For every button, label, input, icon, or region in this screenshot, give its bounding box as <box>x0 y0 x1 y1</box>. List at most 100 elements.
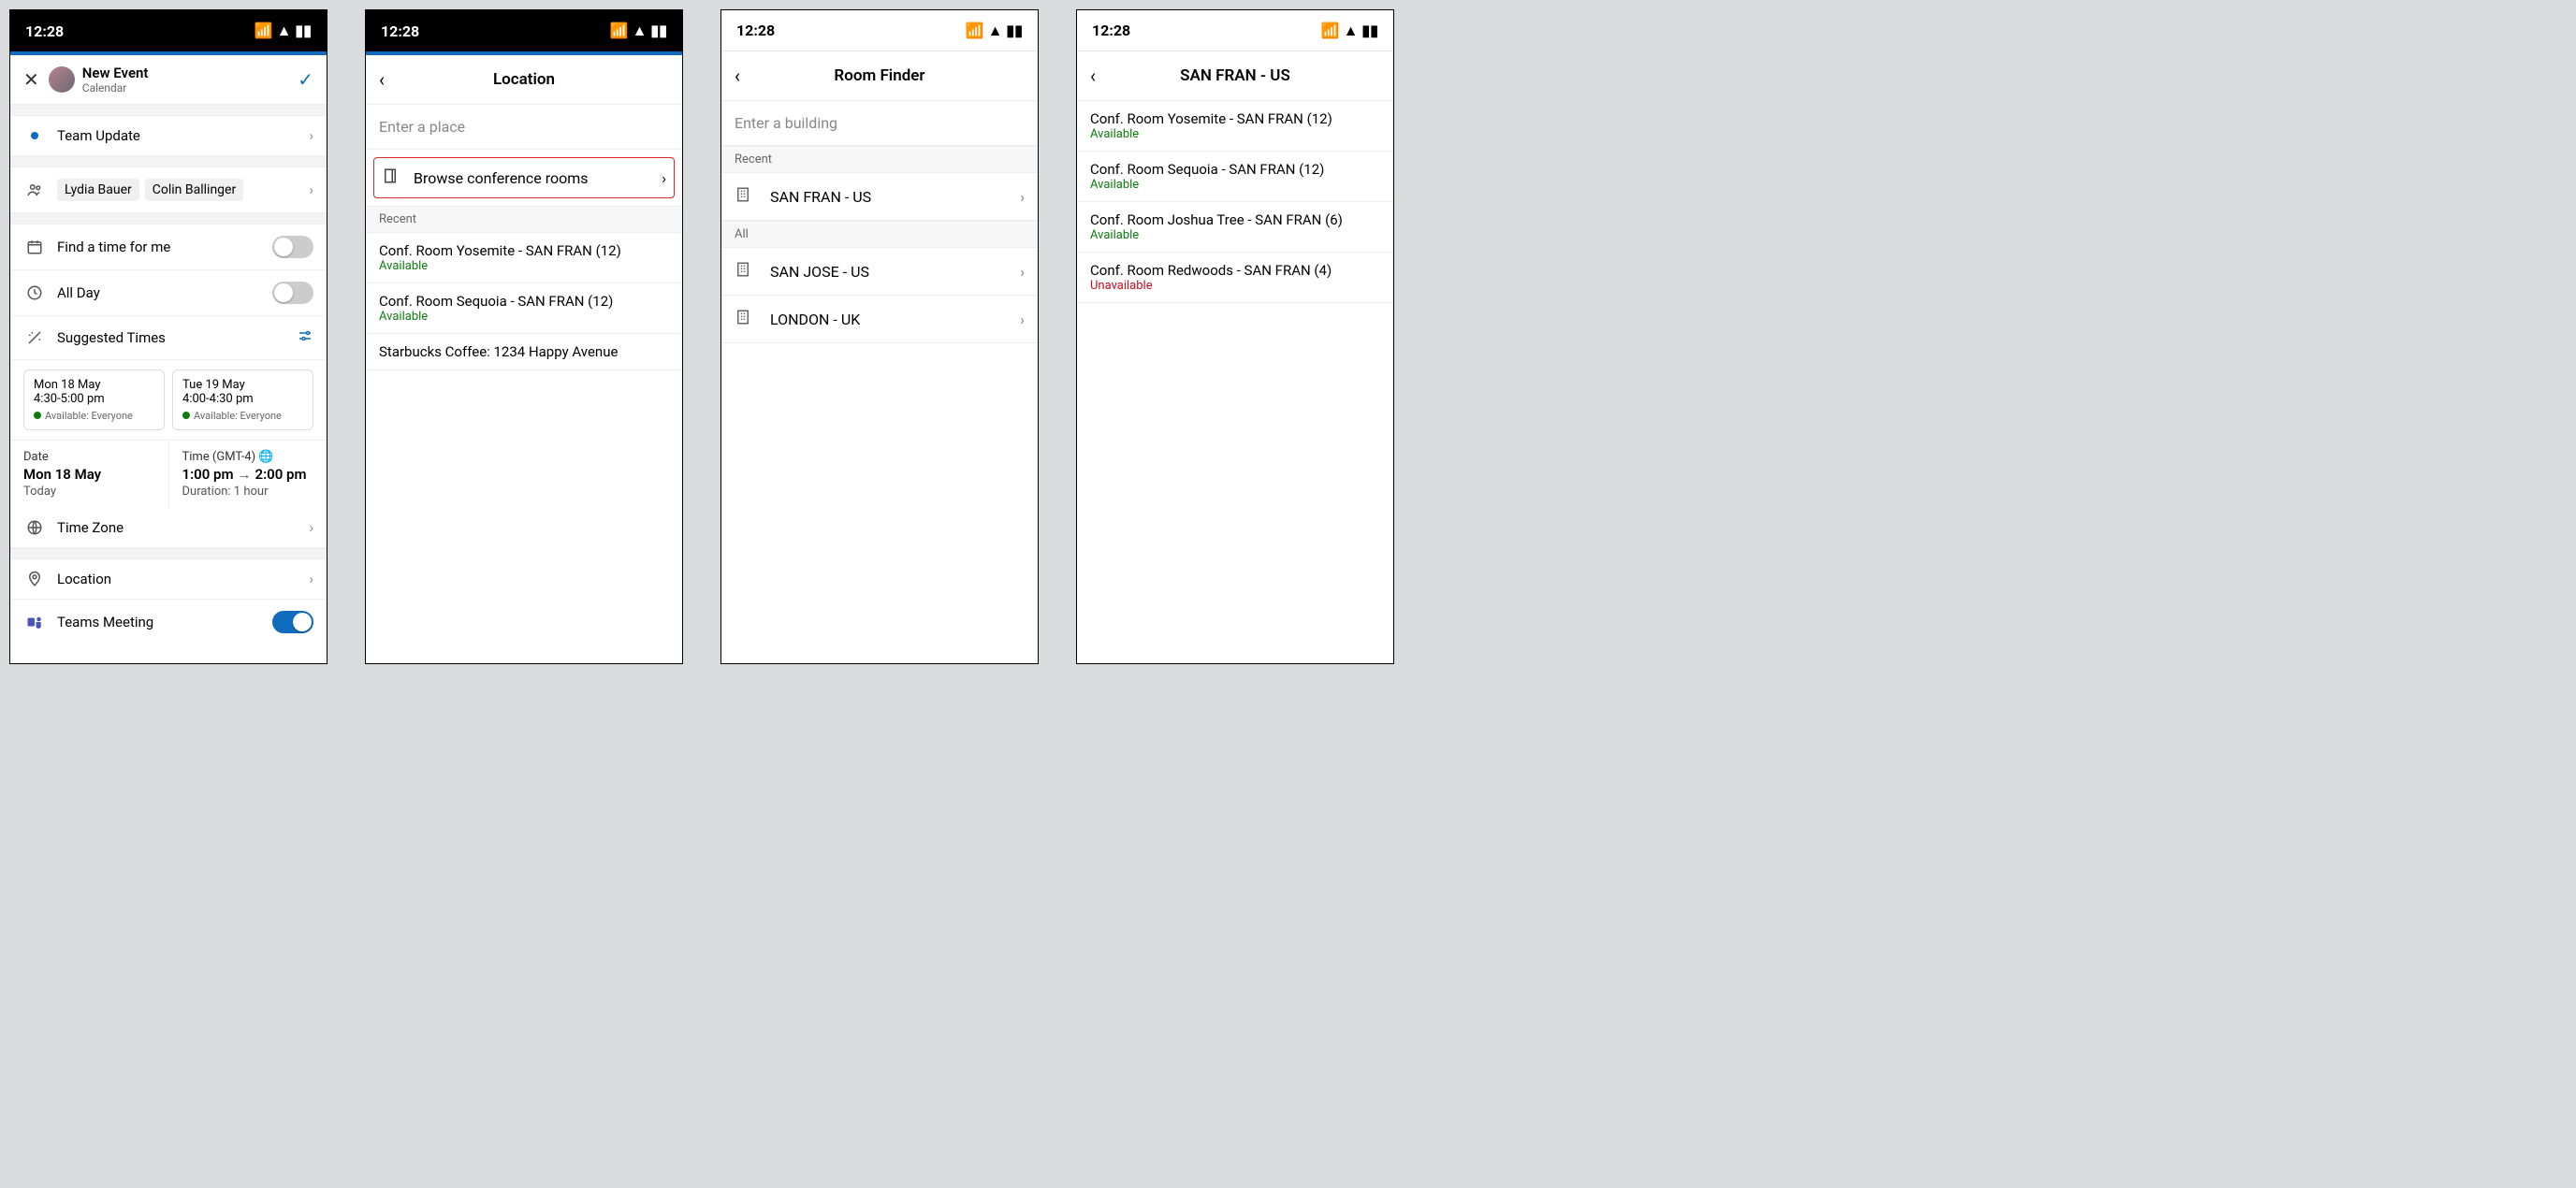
chevron-right-icon: › <box>1020 311 1025 328</box>
suggested-times-row: Suggested Times <box>10 316 327 360</box>
building-row[interactable]: SAN FRAN - US › <box>721 173 1038 221</box>
date-label: Date <box>23 450 155 464</box>
suggestion-availability: Available: Everyone <box>34 410 154 422</box>
suggestion-card[interactable]: Tue 19 May 4:00-4:30 pm Available: Every… <box>172 369 313 430</box>
teams-meeting-toggle[interactable] <box>272 611 313 633</box>
location-label: Location <box>57 571 309 587</box>
room-status: Available <box>379 310 669 324</box>
building-row[interactable]: LONDON - UK › <box>721 296 1038 343</box>
room-row[interactable]: Conf. Room Yosemite - SAN FRAN (12) Avai… <box>1077 101 1393 152</box>
status-icons: 📶 ▲ ▮▮ <box>610 22 667 40</box>
time-label: Time (GMT-4) 🌐 <box>182 450 314 464</box>
date-column[interactable]: Date Mon 18 May Today <box>10 441 168 508</box>
wifi-icon: ▲ <box>988 22 1003 39</box>
place-row[interactable]: Starbucks Coffee: 1234 Happy Avenue <box>366 334 682 370</box>
clock-icon <box>23 284 46 301</box>
suggestion-date: Mon 18 May <box>34 378 154 392</box>
page-title: Room Finder <box>757 66 1002 85</box>
room-row[interactable]: Conf. Room Sequoia - SAN FRAN (12) Avail… <box>366 283 682 334</box>
location-row[interactable]: Location › <box>10 559 327 600</box>
room-status: Available <box>1090 228 1380 242</box>
back-icon[interactable]: ‹ <box>1090 65 1113 87</box>
chevron-right-icon: › <box>309 181 313 198</box>
suggestion-time: 4:30-5:00 pm <box>34 392 154 406</box>
invitee-chip[interactable]: Colin Ballinger <box>145 179 243 201</box>
room-name: Conf. Room Sequoia - SAN FRAN (12) <box>1090 161 1380 178</box>
room-row[interactable]: Conf. Room Sequoia - SAN FRAN (12) Avail… <box>1077 152 1393 202</box>
battery-icon: ▮▮ <box>1361 22 1378 39</box>
wifi-icon: ▲ <box>277 22 292 39</box>
building-icon <box>735 261 757 282</box>
find-time-row[interactable]: Find a time for me <box>10 225 327 270</box>
door-icon <box>382 167 404 188</box>
section-recent: Recent <box>366 206 682 233</box>
chevron-right-icon: › <box>309 519 313 536</box>
close-icon[interactable]: ✕ <box>23 68 39 91</box>
room-name: Conf. Room Sequoia - SAN FRAN (12) <box>379 293 669 310</box>
all-day-toggle[interactable] <box>272 282 313 304</box>
people-icon <box>23 181 46 198</box>
status-time: 12:28 <box>25 22 64 40</box>
battery-icon: ▮▮ <box>1006 22 1023 39</box>
status-bar: 12:28 📶 ▲ ▮▮ <box>721 10 1038 51</box>
signal-icon: 📶 <box>1321 22 1340 39</box>
room-row[interactable]: Conf. Room Joshua Tree - SAN FRAN (6) Av… <box>1077 202 1393 253</box>
all-day-row[interactable]: All Day <box>10 270 327 316</box>
invitees-row[interactable]: Lydia Bauer Colin Ballinger › <box>10 167 327 213</box>
date-time-block: Date Mon 18 May Today Time (GMT-4) 🌐 1:0… <box>10 440 327 508</box>
time-sub: Duration: 1 hour <box>182 485 314 499</box>
timezone-label: Time Zone <box>57 519 309 536</box>
suggestion-card[interactable]: Mon 18 May 4:30-5:00 pm Available: Every… <box>23 369 165 430</box>
magic-wand-icon <box>23 329 46 346</box>
room-status: Unavailable <box>1090 279 1380 293</box>
room-row[interactable]: Conf. Room Redwoods - SAN FRAN (4) Unava… <box>1077 253 1393 303</box>
room-name: Conf. Room Yosemite - SAN FRAN (12) <box>379 242 669 259</box>
status-bar: 12:28 📶 ▲ ▮▮ <box>1077 10 1393 51</box>
teams-meeting-row: Teams Meeting <box>10 600 327 645</box>
page-title: Location <box>401 70 647 89</box>
section-recent: Recent <box>721 146 1038 173</box>
screen-location: 12:28 📶 ▲ ▮▮ ‹ Location Enter a place Br… <box>365 9 683 664</box>
building-icon <box>735 186 757 207</box>
separator <box>10 105 327 116</box>
invitee-chip[interactable]: Lydia Bauer <box>57 179 139 201</box>
search-input[interactable]: Enter a building <box>721 101 1038 146</box>
find-time-toggle[interactable] <box>272 236 313 258</box>
status-time: 12:28 <box>381 22 419 40</box>
wifi-icon: ▲ <box>1344 22 1359 39</box>
filter-icon[interactable] <box>297 327 313 348</box>
event-title-row[interactable]: Team Update › <box>10 116 327 156</box>
building-row[interactable]: SAN JOSE - US › <box>721 248 1038 296</box>
browse-rooms-row[interactable]: Browse conference rooms › <box>373 157 675 198</box>
time-column[interactable]: Time (GMT-4) 🌐 1:00 pm→2:00 pm Duration:… <box>168 441 327 508</box>
avatar <box>49 66 75 93</box>
back-icon[interactable]: ‹ <box>379 68 401 91</box>
availability-dot-icon <box>182 412 190 419</box>
confirm-icon[interactable]: ✓ <box>298 68 313 91</box>
event-header: ✕ New Event Calendar ✓ <box>10 55 327 105</box>
header-text: New Event Calendar <box>82 65 298 94</box>
header-title: New Event <box>82 65 298 81</box>
chevron-right-icon: › <box>1020 188 1025 206</box>
room-row[interactable]: Conf. Room Yosemite - SAN FRAN (12) Avai… <box>366 233 682 283</box>
room-name: Conf. Room Yosemite - SAN FRAN (12) <box>1090 110 1380 127</box>
calendar-icon <box>23 239 46 255</box>
back-icon[interactable]: ‹ <box>735 65 757 87</box>
building-name: SAN JOSE - US <box>770 263 1020 281</box>
search-input[interactable]: Enter a place <box>366 105 682 150</box>
room-status: Available <box>379 259 669 273</box>
wifi-icon: ▲ <box>633 22 648 39</box>
building-name: LONDON - UK <box>770 311 1020 328</box>
globe-icon: 🌐 <box>258 450 273 464</box>
screen-room-finder: 12:28 📶 ▲ ▮▮ ‹ Room Finder Enter a build… <box>720 9 1039 664</box>
chevron-right-icon: › <box>309 127 313 144</box>
suggestion-time: 4:00-4:30 pm <box>182 392 303 406</box>
timezone-row[interactable]: Time Zone › <box>10 508 327 548</box>
room-status: Available <box>1090 178 1380 192</box>
place-name: Starbucks Coffee: 1234 Happy Avenue <box>379 343 669 360</box>
arrow-right-icon: → <box>238 466 252 483</box>
screen-new-event: 12:28 📶 ▲ ▮▮ ✕ New Event Calendar ✓ Team… <box>9 9 327 664</box>
suggestion-availability: Available: Everyone <box>182 410 303 422</box>
room-status: Available <box>1090 127 1380 141</box>
event-title: Team Update <box>57 127 309 144</box>
